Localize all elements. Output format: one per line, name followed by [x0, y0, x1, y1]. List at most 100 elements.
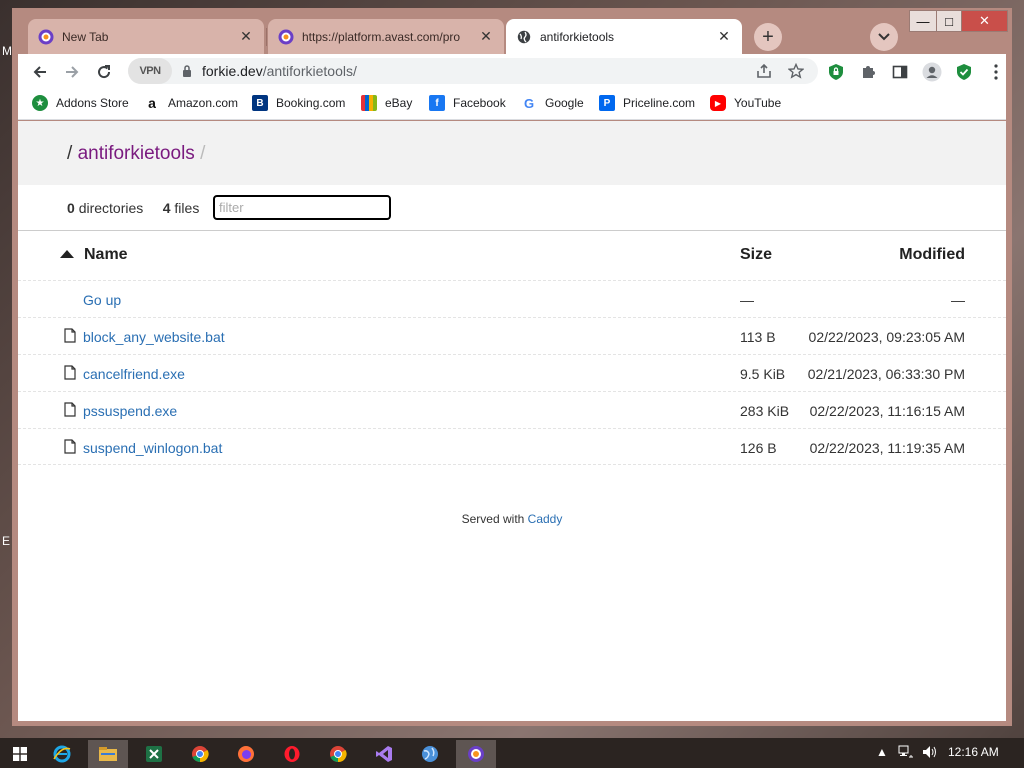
navigation-toolbar: VPN forkie.dev/antiforkietools/: [18, 54, 1006, 88]
bookmark-priceline[interactable]: P Priceline.com: [599, 95, 695, 111]
table-row[interactable]: suspend_winlogon.bat 126 B 02/22/2023, 1…: [18, 428, 1006, 465]
column-header-modified[interactable]: Modified: [899, 246, 965, 264]
breadcrumb-root-separator[interactable]: /: [67, 143, 72, 164]
reload-button[interactable]: [92, 60, 116, 84]
tab-avast-platform[interactable]: https://platform.avast.com/pro ✕: [268, 19, 504, 54]
bookmark-booking[interactable]: B Booking.com: [252, 95, 345, 111]
file-link[interactable]: cancelfriend.exe: [83, 366, 185, 382]
browser-window: New Tab ✕ https://platform.avast.com/pro…: [12, 8, 1012, 726]
bookmark-google[interactable]: G Google: [521, 95, 584, 111]
taskbar-chrome[interactable]: [318, 740, 358, 768]
bookmark-star-button[interactable]: [784, 59, 808, 83]
taskbar-network-globe[interactable]: [410, 740, 450, 768]
tab-title: antiforkietools: [540, 29, 615, 44]
file-modified: 02/22/2023, 09:23:05 AM: [808, 329, 965, 345]
table-row-go-up[interactable]: Go up — —: [18, 280, 1006, 317]
address-bar[interactable]: VPN forkie.dev/antiforkietools/: [128, 58, 818, 84]
bookmarks-bar: ★ Addons Store a Amazon.com B Booking.co…: [18, 88, 1006, 120]
bookmark-label: Booking.com: [276, 96, 346, 110]
url-path: /antiforkietools/: [262, 63, 357, 79]
avast-secure-browser-icon: [468, 746, 484, 762]
forward-button[interactable]: [60, 60, 84, 84]
table-row[interactable]: cancelfriend.exe 9.5 KiB 02/21/2023, 06:…: [18, 354, 1006, 391]
vpn-button[interactable]: VPN: [128, 58, 172, 84]
chrome-icon: [330, 746, 347, 763]
reload-icon: [98, 65, 111, 79]
file-link[interactable]: suspend_winlogon.bat: [83, 440, 222, 456]
share-icon: [757, 63, 771, 78]
file-size: 126 B: [740, 440, 777, 456]
column-header-name[interactable]: Name: [60, 246, 128, 264]
tab-close-icon[interactable]: ✕: [716, 28, 732, 45]
column-header-size[interactable]: Size: [740, 246, 772, 264]
avast-secure-browser-icon: [278, 29, 294, 45]
taskbar-clock[interactable]: 12:16 AM: [948, 745, 999, 759]
network-status-icon[interactable]: [898, 745, 914, 762]
volume-icon[interactable]: [922, 745, 938, 762]
youtube-icon: ▶: [710, 95, 726, 111]
tab-close-icon[interactable]: ✕: [478, 28, 494, 45]
bookmark-addons-store[interactable]: ★ Addons Store: [32, 95, 129, 111]
url-host: forkie.dev: [202, 63, 263, 79]
minimize-button[interactable]: —: [909, 10, 937, 32]
file-size: 9.5 KiB: [740, 366, 786, 382]
share-button[interactable]: [752, 59, 776, 83]
chrome-icon: [192, 746, 209, 763]
opera-icon: [284, 746, 300, 762]
taskbar-firefox[interactable]: [226, 740, 266, 768]
file-link[interactable]: block_any_website.bat: [83, 329, 225, 345]
taskbar-visual-studio[interactable]: [364, 740, 404, 768]
breadcrumb-link-antiforkietools[interactable]: antiforkietools: [78, 143, 195, 164]
browser-menu-button[interactable]: [984, 60, 1008, 84]
lock-icon[interactable]: [182, 65, 192, 77]
excel-icon: [146, 746, 162, 762]
tab-antiforkietools[interactable]: antiforkietools ✕: [506, 19, 742, 54]
go-up-link[interactable]: Go up: [83, 292, 121, 308]
globe-icon: [516, 29, 532, 45]
new-tab-button[interactable]: +: [754, 23, 782, 51]
start-button[interactable]: [0, 740, 40, 768]
bookmark-label: Facebook: [453, 96, 506, 110]
tab-new-tab[interactable]: New Tab ✕: [28, 19, 264, 54]
divider: [18, 230, 1006, 231]
extensions-button[interactable]: [856, 60, 880, 84]
bookmark-label: Google: [545, 96, 584, 110]
shield-check-icon: [957, 64, 971, 80]
tab-search-button[interactable]: [870, 23, 898, 51]
network-globe-icon: [422, 746, 438, 762]
avast-security-button[interactable]: [952, 60, 976, 84]
bookmark-amazon[interactable]: a Amazon.com: [144, 95, 238, 111]
close-window-button[interactable]: ✕: [961, 10, 1008, 32]
taskbar-opera[interactable]: [272, 740, 312, 768]
taskbar-excel[interactable]: [134, 740, 174, 768]
caddy-link[interactable]: Caddy: [528, 512, 563, 526]
filter-input[interactable]: [213, 195, 391, 220]
avast-secure-browser-icon: [38, 29, 54, 45]
url-text[interactable]: forkie.dev/antiforkietools/: [202, 63, 357, 79]
breadcrumb-trailing-separator: /: [200, 143, 206, 164]
back-button[interactable]: [28, 60, 52, 84]
profile-button[interactable]: [920, 60, 944, 84]
maximize-button[interactable]: □: [936, 10, 962, 32]
taskbar-avast-secure-browser[interactable]: [456, 740, 496, 768]
column-header-name-label: Name: [84, 246, 128, 263]
tray-overflow-icon[interactable]: ▲: [876, 745, 888, 759]
file-size: —: [740, 292, 754, 308]
file-modified: 02/21/2023, 06:33:30 PM: [807, 366, 965, 382]
bookmark-ebay[interactable]: eBay: [361, 95, 412, 111]
tab-close-icon[interactable]: ✕: [238, 28, 254, 45]
file-count-label: files: [174, 200, 200, 216]
table-row[interactable]: block_any_website.bat 113 B 02/22/2023, …: [18, 317, 1006, 354]
privacy-guard-button[interactable]: [824, 60, 848, 84]
priceline-icon: P: [599, 95, 615, 111]
taskbar-file-explorer[interactable]: [88, 740, 128, 768]
bookmark-youtube[interactable]: ▶ YouTube: [710, 95, 781, 111]
side-panel-button[interactable]: [888, 60, 912, 84]
taskbar-internet-explorer[interactable]: [42, 740, 82, 768]
bookmark-facebook[interactable]: f Facebook: [429, 95, 506, 111]
file-link[interactable]: pssuspend.exe: [83, 403, 177, 419]
taskbar-chrome[interactable]: [180, 740, 220, 768]
puzzle-icon: [863, 66, 875, 78]
star-icon: [788, 63, 804, 79]
table-row[interactable]: pssuspend.exe 283 KiB 02/22/2023, 11:16:…: [18, 391, 1006, 428]
